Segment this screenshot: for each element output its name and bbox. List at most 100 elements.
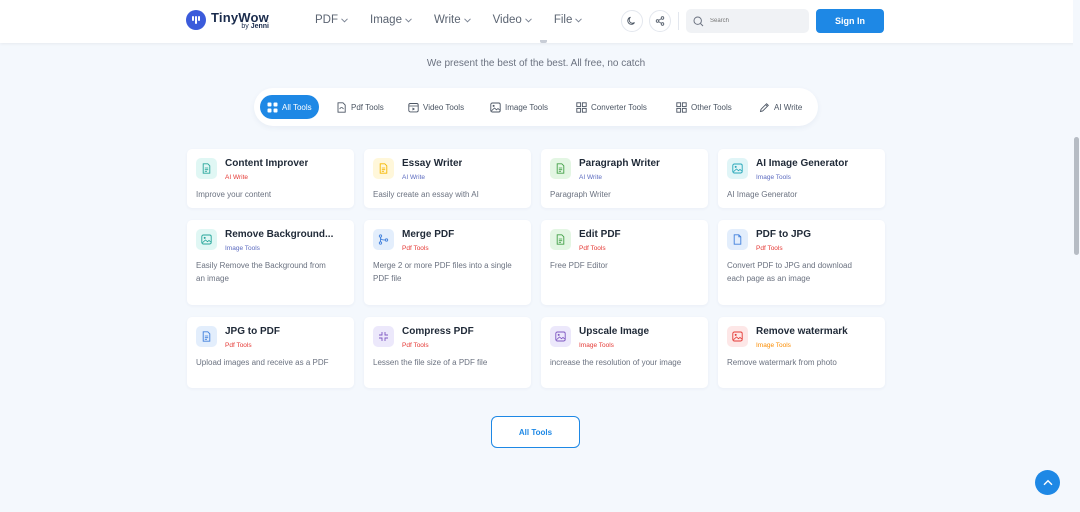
dark-mode-toggle[interactable] [621, 10, 643, 32]
document-icon [373, 158, 394, 179]
tool-card[interactable]: Paragraph Writer AI Write Paragraph Writer [541, 149, 708, 208]
heading-fragment [540, 40, 547, 43]
header-divider [678, 12, 679, 30]
tool-card[interactable]: Merge PDF Pdf Tools Merge 2 or more PDF fi… [364, 220, 531, 305]
image-icon [727, 326, 748, 347]
nav-video[interactable]: Video [493, 14, 532, 26]
tool-card-description: Paragraph Writer [550, 190, 611, 199]
nav-image[interactable]: Image [370, 14, 412, 26]
document-icon [196, 158, 217, 179]
tool-card[interactable]: AI Image Generator Image Tools AI Image Ge… [718, 149, 885, 208]
tool-card-category: Pdf Tools [756, 245, 783, 252]
tool-card[interactable]: PDF to JPG Pdf Tools Convert PDF to JPG an… [718, 220, 885, 305]
filter-converter-tools[interactable]: Converter Tools [576, 95, 647, 119]
chevron-down-icon [524, 17, 532, 23]
sign-in-button[interactable]: Sign In [816, 9, 884, 33]
share-icon [655, 16, 665, 26]
document-icon [550, 158, 571, 179]
tool-card-category: Pdf Tools [579, 245, 606, 252]
tool-card[interactable]: Remove watermark Image Tools Remove waterm… [718, 317, 885, 388]
tool-card-category: Pdf Tools [402, 245, 429, 252]
search-box[interactable] [686, 9, 809, 33]
tool-card-description: Convert PDF to JPG and download each pag… [727, 261, 852, 283]
merge-icon [373, 229, 394, 250]
chevron-up-icon [1043, 479, 1052, 486]
tool-card[interactable]: JPG to PDF Pdf Tools Upload images and rec… [187, 317, 354, 388]
image-icon [196, 229, 217, 250]
filter-ai-write[interactable]: AI Write [759, 95, 802, 119]
tool-card-description: AI Image Generator [727, 190, 798, 199]
tool-card-description: Easily Remove the Background from an ima… [196, 261, 326, 283]
file-icon [727, 229, 748, 250]
grid-icon [267, 102, 278, 112]
tool-card-description: Upload images and receive as a PDF [196, 358, 329, 367]
compress-icon [373, 326, 394, 347]
nav-pdf[interactable]: PDF [315, 14, 348, 26]
tool-card-title: Compress PDF [402, 326, 474, 337]
tool-card-category: AI Write [579, 174, 602, 181]
hero-tagline: We present the best of the best. All fre… [426, 58, 646, 69]
tool-card-category: Pdf Tools [225, 342, 252, 349]
top-header: TinyWow by Jenni PDF Image Write Video F… [0, 0, 1080, 43]
tool-card-category: Image Tools [756, 174, 791, 181]
image-icon [550, 326, 571, 347]
tool-card-title: Edit PDF [579, 229, 621, 240]
brand-logo[interactable]: TinyWow by Jenni [186, 10, 269, 30]
filter-image-tools[interactable]: Image Tools [490, 95, 548, 119]
tool-card-title: PDF to JPG [756, 229, 812, 240]
tool-card-title: Remove Background... [225, 229, 334, 240]
nav-file[interactable]: File [554, 14, 583, 26]
filter-all-tools[interactable]: All Tools [260, 95, 319, 119]
filter-video-tools[interactable]: Video Tools [408, 95, 464, 119]
tool-card-description: increase the resolution of your image [550, 358, 682, 367]
tool-card-title: Upscale Image [579, 326, 650, 337]
chevron-down-icon [575, 17, 583, 23]
tool-card-category: AI Write [225, 174, 248, 181]
tool-card-description: Easily create an essay with AI [373, 190, 479, 199]
chevron-down-icon [463, 17, 471, 23]
tool-card-title: JPG to PDF [225, 326, 281, 337]
tool-card-category: Pdf Tools [402, 342, 429, 349]
nav-write[interactable]: Write [434, 14, 471, 26]
chevron-down-icon [341, 17, 348, 23]
tool-card[interactable]: Content Improver AI Write Improve your con… [187, 149, 354, 208]
tool-card-title: Essay Writer [402, 158, 463, 169]
image-icon [490, 102, 501, 112]
document-icon [550, 229, 571, 250]
tool-card-title: Paragraph Writer [579, 158, 660, 169]
tool-card[interactable]: Remove Background... Image Tools Easily Re… [187, 220, 354, 305]
other-grid-icon [676, 101, 687, 113]
scroll-to-top-button[interactable] [1035, 470, 1060, 495]
search-icon [693, 15, 704, 26]
video-icon [408, 102, 419, 112]
tool-card-description: Improve your content [196, 190, 272, 199]
filter-other-tools[interactable]: Other Tools [676, 95, 732, 119]
tool-card-category: AI Write [402, 174, 425, 181]
tool-card[interactable]: Edit PDF Pdf Tools Free PDF Editor [541, 220, 708, 305]
tool-card-category: Image Tools [225, 245, 260, 252]
tool-card-title: Content Improver [225, 158, 309, 169]
tool-card[interactable]: Essay Writer AI Write Easily create an ess… [364, 149, 531, 208]
tool-card[interactable]: Upscale Image Image Tools increase the res… [541, 317, 708, 388]
share-button[interactable] [649, 10, 671, 32]
main-nav: PDF Image Write Video File [315, 14, 604, 26]
pen-icon [759, 102, 769, 112]
tinywow-logo-icon [186, 10, 206, 30]
chevron-down-icon [405, 17, 412, 23]
pdf-file-icon [337, 101, 346, 113]
image-icon [727, 158, 748, 179]
converter-grid-icon [576, 101, 587, 113]
tool-card-title: Remove watermark [756, 326, 848, 337]
page-scrollbar[interactable] [1073, 0, 1080, 512]
filter-pdf-tools[interactable]: Pdf Tools [336, 95, 384, 119]
search-input[interactable] [710, 18, 800, 24]
scrollbar-thumb[interactable] [1074, 137, 1079, 255]
all-tools-button[interactable]: All Tools [491, 416, 580, 448]
tool-card-category: Image Tools [579, 342, 614, 349]
tool-filter-bar: All Tools Pdf Tools Video Tools Image To… [254, 88, 818, 126]
tool-card-category: Image Tools [756, 342, 791, 349]
moon-icon [627, 16, 635, 25]
tool-card-title: AI Image Generator [756, 158, 849, 169]
tool-card-description: Lessen the file size of a PDF file [373, 358, 488, 367]
tool-card[interactable]: Compress PDF Pdf Tools Lessen the file siz… [364, 317, 531, 388]
